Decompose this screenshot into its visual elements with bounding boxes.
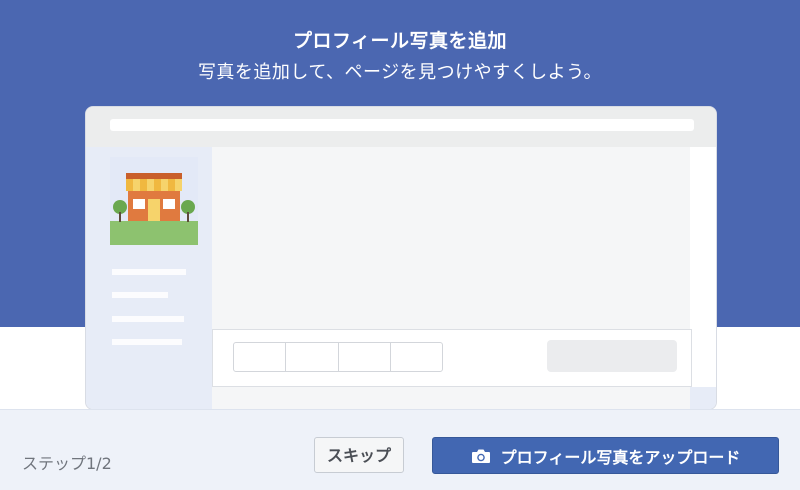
- dialog-title: プロフィール写真を追加: [292, 30, 508, 52]
- mock-cover-area: [212, 147, 690, 329]
- step-indicator: ステップ1/2: [22, 454, 112, 473]
- mock-topbar: [86, 107, 716, 147]
- upload-button-label: プロフィール写真をアップロード: [500, 447, 741, 467]
- dialog-subtitle: 写真を追加して、ページを見つけやすくしよう。: [197, 62, 603, 83]
- mock-tab: [234, 343, 287, 371]
- mock-search-bar: [110, 119, 694, 131]
- mock-button: [547, 340, 677, 372]
- camera-icon: [471, 449, 490, 463]
- mock-text-line: [112, 316, 184, 322]
- mock-text-line: [112, 269, 186, 275]
- mock-tab: [339, 343, 391, 371]
- mock-right-gap: [690, 387, 716, 409]
- mock-text-line: [112, 292, 168, 298]
- skip-button[interactable]: スキップ: [314, 437, 404, 473]
- mock-tab: [391, 343, 442, 371]
- mock-action-bar: [212, 329, 692, 387]
- upload-profile-photo-button[interactable]: プロフィール写真をアップロード: [432, 437, 779, 474]
- page-preview-mockup: [85, 106, 717, 410]
- mock-tab: [286, 343, 339, 371]
- mock-text-line: [112, 339, 182, 345]
- mock-tab-group: [233, 342, 443, 372]
- storefront-illustration: [110, 157, 198, 245]
- mock-right-strip: [690, 147, 716, 387]
